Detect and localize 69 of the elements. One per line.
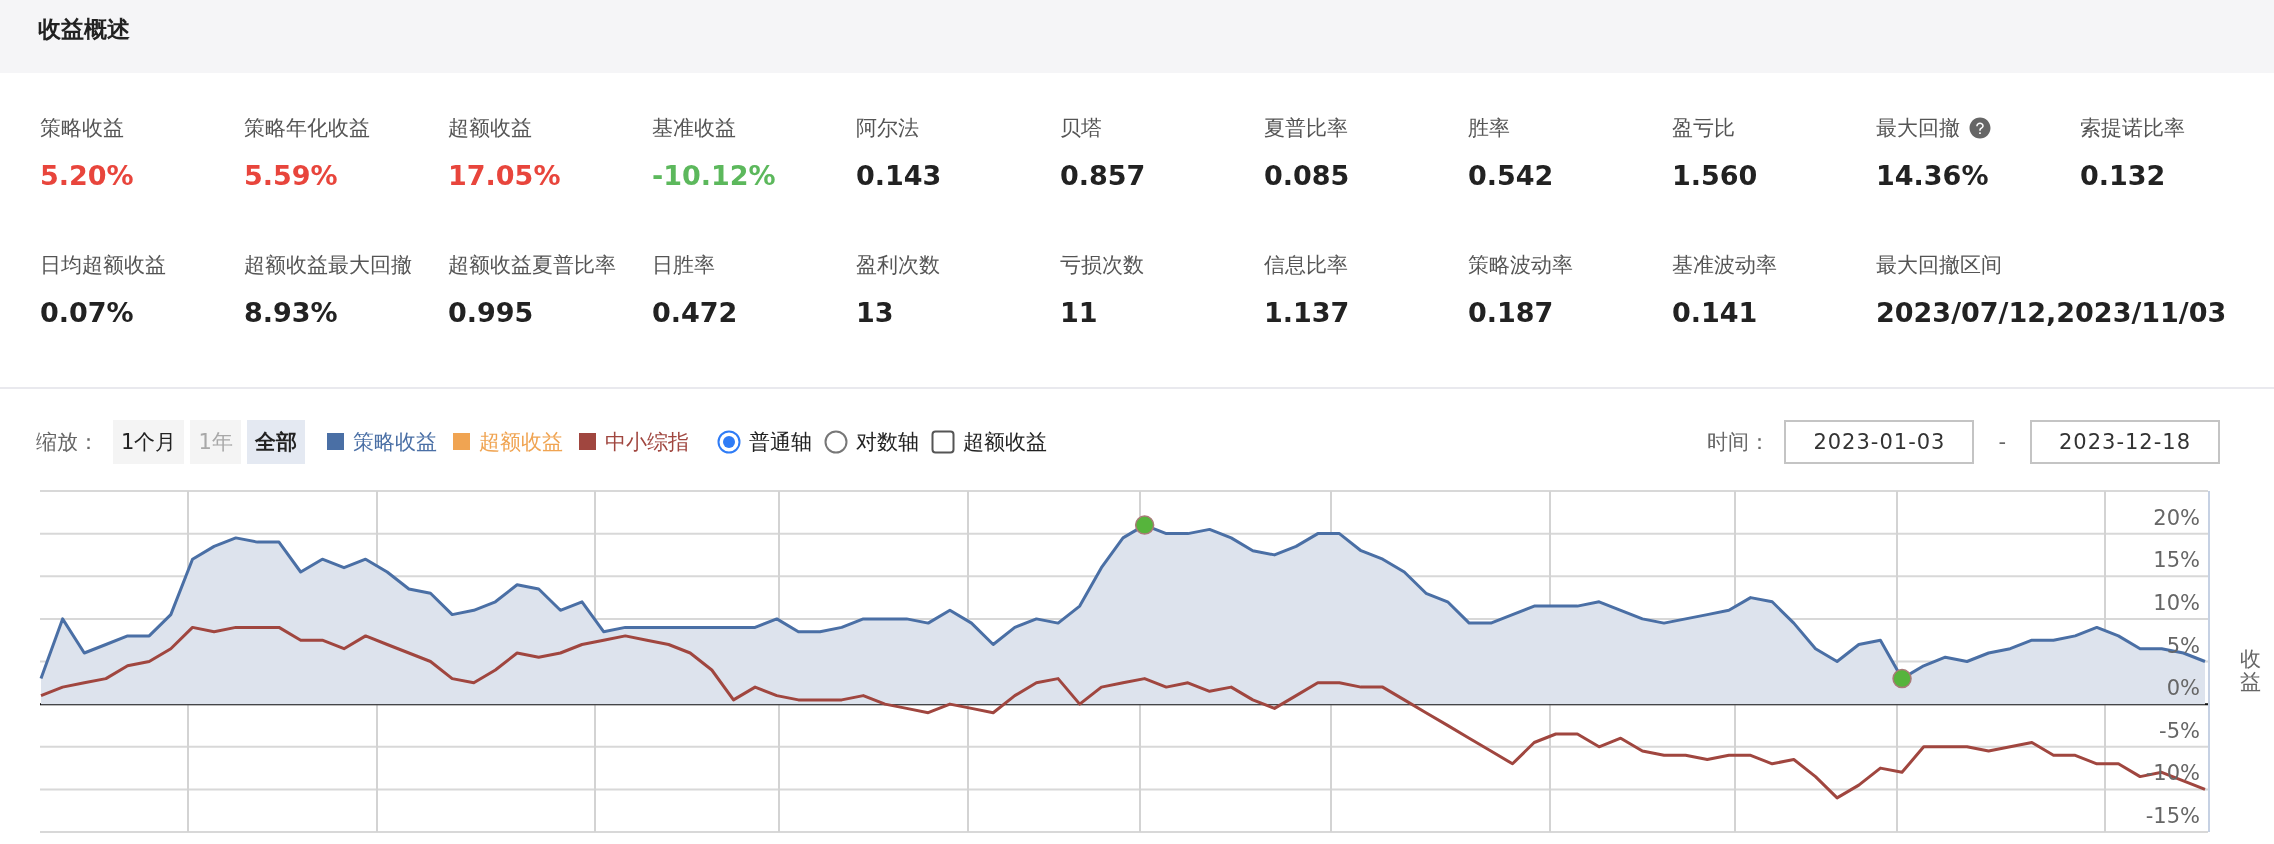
metric-value: 5.20% xyxy=(40,160,134,192)
metric-label: 基准波动率 xyxy=(1672,252,1777,279)
axis-tick-label: 10% xyxy=(2153,590,2200,615)
metric-label: 信息比率 xyxy=(1264,252,1348,279)
metric-label: 超额收益 xyxy=(448,115,532,142)
checkbox[interactable] xyxy=(930,429,955,454)
section-title: 收益概述 xyxy=(38,15,131,44)
axis-tick-label: 15% xyxy=(2153,548,2200,573)
metric-label: 超额收益最大回撤 xyxy=(244,252,412,279)
end-date-field[interactable]: 2023-12-18 xyxy=(2030,419,2220,464)
radio-option[interactable]: 对数轴 xyxy=(823,427,919,456)
metric-label: 夏普比率 xyxy=(1264,115,1348,142)
metric-value: 0.472 xyxy=(652,297,738,329)
metric-value: 1.137 xyxy=(1264,297,1350,329)
metric-label: 索提诺比率 xyxy=(2080,115,2185,142)
metric-label: 最大回撤 xyxy=(1876,115,1960,142)
axis-tick-label: -5% xyxy=(2159,718,2200,743)
metric-value: 17.05% xyxy=(448,160,561,192)
metric-label: 日胜率 xyxy=(652,252,715,279)
metric-value: 0.143 xyxy=(856,160,942,192)
metric-value: 0.07% xyxy=(40,297,134,329)
metric-value: 2023/07/12,2023/11/03 xyxy=(1876,297,2227,329)
axis-tick-label: 5% xyxy=(2166,633,2200,658)
metric-label: 日均超额收益 xyxy=(40,252,166,279)
start-date-field[interactable]: 2023-01-03 xyxy=(1784,419,1975,464)
range-separator: - xyxy=(1998,429,2006,454)
metric-label: 盈亏比 xyxy=(1672,115,1735,142)
metric-label: 盈利次数 xyxy=(856,252,940,279)
metric-value: 0.132 xyxy=(2080,160,2166,192)
zoom-label: 缩放： xyxy=(36,428,99,456)
point-marker xyxy=(1134,515,1155,535)
metric-value: 0.542 xyxy=(1468,160,1554,192)
radio-button[interactable] xyxy=(823,429,848,454)
axis-tick-label: 0% xyxy=(2166,676,2200,701)
help-icon[interactable] xyxy=(1968,116,1992,140)
zoom-button[interactable]: 全部 xyxy=(246,419,305,464)
metric-value: -10.12% xyxy=(652,160,776,192)
metric-value: 5.59% xyxy=(244,160,338,192)
metric-value: 0.187 xyxy=(1468,297,1554,329)
legend-item[interactable]: 中小综指 xyxy=(578,427,689,456)
metric-value: 11 xyxy=(1060,297,1098,329)
metric-value: 13 xyxy=(856,297,894,329)
axis-tick-label: 20% xyxy=(2153,505,2200,530)
metric-label: 策略波动率 xyxy=(1468,252,1573,279)
metric-label: 基准收益 xyxy=(652,115,736,142)
metric-label: 策略年化收益 xyxy=(244,115,370,142)
legend-item[interactable]: 策略收益 xyxy=(326,427,437,456)
metric-value: 8.93% xyxy=(244,297,338,329)
point-marker xyxy=(1892,668,1912,689)
metric-label: 超额收益夏普比率 xyxy=(448,252,616,279)
axis-title: 收益 xyxy=(2240,648,2261,695)
radio-button[interactable] xyxy=(716,429,741,454)
zoom-button[interactable]: 1个月 xyxy=(113,419,185,464)
axis-tick-label: -15% xyxy=(2145,804,2200,828)
metric-value: 14.36% xyxy=(1876,160,1989,192)
checkbox-option[interactable]: 超额收益 xyxy=(930,427,1047,456)
metric-label: 亏损次数 xyxy=(1060,252,1144,279)
metric-value: 0.085 xyxy=(1264,160,1350,192)
date-range-label: 时间： xyxy=(1707,428,1771,456)
metric-label: 最大回撤区间 xyxy=(1876,252,2002,279)
metric-label: 贝塔 xyxy=(1060,115,1102,142)
radio-option[interactable]: 普通轴 xyxy=(716,427,812,456)
metric-value: 1.560 xyxy=(1672,160,1758,192)
metric-label: 阿尔法 xyxy=(856,115,919,142)
metric-value: 0.857 xyxy=(1060,160,1146,192)
metric-label: 胜率 xyxy=(1468,115,1510,142)
metric-value: 0.995 xyxy=(448,297,534,329)
metric-value: 0.141 xyxy=(1672,297,1758,329)
metric-label: 策略收益 xyxy=(40,115,124,142)
